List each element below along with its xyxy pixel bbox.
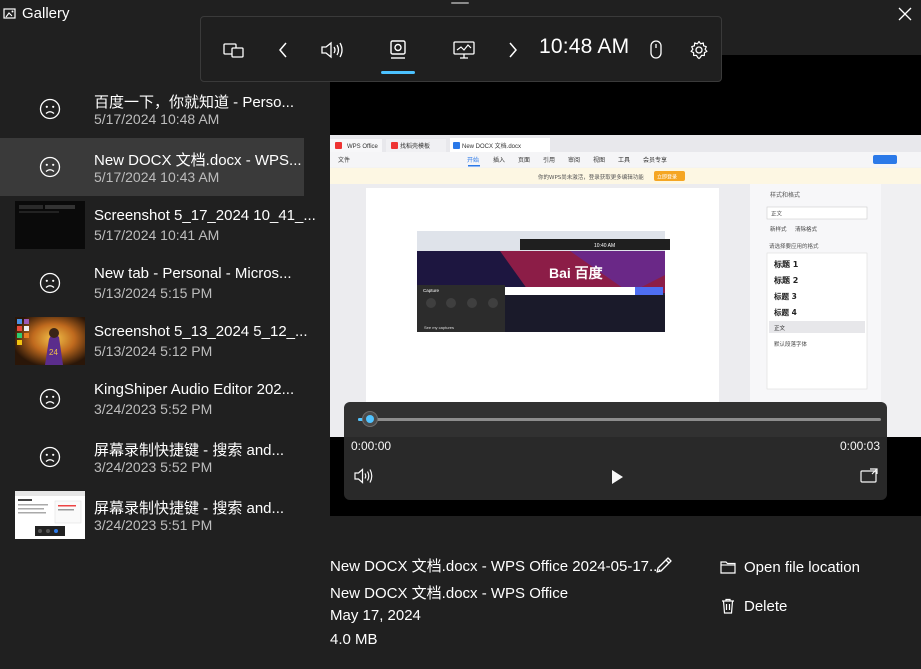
clock-time: 10:48 AM: [539, 35, 630, 58]
delete-label: Delete: [744, 597, 788, 615]
item-name: 百度一下，你就知道 - Perso...: [94, 94, 295, 111]
list-item[interactable]: New DOCX 文档.docx - WPS... 5/17/2024 10:43…: [0, 138, 304, 196]
sad-face-icon: [39, 446, 61, 468]
capture-title: New DOCX 文档.docx - WPS Office 2024-05-17…: [330, 558, 662, 575]
doc-inner-see-captures: See my captures: [424, 325, 454, 330]
doc-pane-title: 样式和格式: [770, 191, 800, 199]
list-item[interactable]: 屏幕录制快捷键 - 搜索 and... 3/24/2023 5:52 PM: [0, 428, 304, 486]
wps-document-thumbnail: WPS Office 找稻壳模板 New DOCX 文档.docx 文件 开始 …: [330, 135, 921, 437]
window-title: Gallery: [22, 5, 70, 22]
chevron-left-icon[interactable]: [271, 17, 295, 83]
delete-button[interactable]: Delete: [720, 595, 787, 617]
svg-text:引用: 引用: [543, 156, 555, 164]
item-date: 3/24/2023 5:52 PM: [94, 401, 213, 417]
doc-tab-wps: WPS Office: [347, 144, 379, 150]
capture-size: 4.0 MB: [330, 631, 378, 648]
svg-text:工具: 工具: [618, 157, 630, 164]
svg-text:标题 4: 标题 4: [773, 307, 797, 317]
item-name: New tab - Personal - Micros...: [94, 265, 292, 282]
audio-icon[interactable]: [315, 17, 349, 83]
doc-notice-button: 立即登录: [657, 174, 677, 181]
svg-text:插入: 插入: [493, 156, 505, 164]
sad-face-icon: [39, 272, 61, 294]
item-date: 5/17/2024 10:41 AM: [94, 227, 220, 243]
active-widget-indicator: [381, 71, 415, 74]
list-item[interactable]: 百度一下，你就知道 - Perso... 5/17/2024 10:48 AM: [0, 80, 304, 138]
doc-pane-hint: 请选择要应用的格式: [769, 242, 819, 250]
seek-track[interactable]: [358, 418, 881, 421]
thumbnail-image: [15, 201, 85, 249]
svg-text:标题 3: 标题 3: [773, 291, 797, 301]
doc-pane-clear: 清除格式: [795, 225, 818, 233]
performance-icon[interactable]: [447, 17, 481, 83]
thumbnail-image: 24: [15, 317, 85, 365]
svg-text:开始: 开始: [467, 156, 479, 164]
svg-text:会员专享: 会员专享: [643, 156, 667, 164]
gallery-icon: [3, 8, 16, 19]
trash-icon: [722, 598, 734, 614]
open-file-location-label: Open file location: [744, 558, 860, 576]
drag-handle[interactable]: [451, 2, 469, 4]
item-date: 3/24/2023 5:52 PM: [94, 459, 213, 475]
play-icon[interactable]: [610, 469, 624, 490]
sad-face-icon: [39, 156, 61, 178]
duration: 0:00:03: [839, 439, 880, 453]
list-item[interactable]: 24 Screenshot 5_13_2024 5_12_... 5/13/2024…: [0, 312, 308, 370]
list-item[interactable]: New tab - Personal - Micros... 5/13/2024 …: [0, 254, 304, 312]
gallery-list: 百度一下，你就知道 - Perso... 5/17/2024 10:48 AM Ne…: [0, 80, 316, 550]
widget-menu-icon[interactable]: [217, 17, 251, 83]
list-item[interactable]: 屏幕录制快捷键 - 搜索 and... 3/24/2023 5:51 PM: [0, 486, 304, 544]
svg-text:页面: 页面: [518, 157, 530, 164]
capture-date: May 17, 2024: [330, 607, 421, 624]
svg-text:审阅: 审阅: [568, 156, 580, 164]
svg-text:标题 2: 标题 2: [773, 275, 798, 285]
doc-pane-new: 新样式: [770, 225, 787, 233]
fullscreen-icon[interactable]: [860, 468, 878, 489]
current-time: 0:00:00: [351, 439, 392, 453]
game-bar: 10:48 AM: [200, 16, 722, 82]
folder-icon: [720, 561, 736, 574]
doc-pane-current: 正文: [771, 210, 783, 218]
close-icon[interactable]: [895, 4, 915, 24]
doc-inner-time: 10:40 AM: [594, 243, 615, 249]
item-date: 5/13/2024 5:12 PM: [94, 343, 213, 359]
thumbnail-image: [15, 491, 85, 539]
gear-icon[interactable]: [684, 17, 714, 83]
item-name: Screenshot 5_17_2024 10_41_...: [94, 207, 316, 224]
chevron-right-icon[interactable]: [501, 17, 525, 83]
open-file-location-button[interactable]: Open file location: [720, 556, 860, 578]
doc-inner-capture: Capture: [423, 288, 440, 293]
list-item[interactable]: KingShiper Audio Editor 202... 3/24/2023 …: [0, 370, 304, 428]
item-date: 5/17/2024 10:48 AM: [94, 111, 220, 127]
svg-text:视图: 视图: [593, 156, 605, 164]
item-name: Screenshot 5_13_2024 5_12_...: [94, 323, 308, 340]
item-date: 5/13/2024 5:15 PM: [94, 285, 213, 301]
svg-text:正文: 正文: [774, 324, 786, 332]
sad-face-icon: [39, 98, 61, 120]
doc-tab-docx: New DOCX 文档.docx: [462, 142, 521, 150]
media-player-controls: 0:00:00 0:00:03: [344, 402, 887, 500]
item-date: 3/24/2023 5:51 PM: [94, 517, 213, 533]
svg-text:默认段落字体: 默认段落字体: [774, 340, 808, 348]
list-item[interactable]: Screenshot 5_17_2024 10_41_... 5/17/2024 …: [0, 196, 316, 254]
item-name: 屏幕录制快捷键 - 搜索 and...: [94, 442, 285, 459]
screenshot-preview: WPS Office 找稻壳模板 New DOCX 文档.docx 文件 开始 …: [330, 135, 921, 437]
svg-text:24: 24: [49, 348, 58, 357]
svg-text:文件: 文件: [338, 156, 350, 164]
volume-icon[interactable]: [354, 468, 374, 489]
item-date: 5/17/2024 10:43 AM: [94, 169, 220, 185]
doc-notice: 你的WPS尚未激活，登录获取更多编辑功能: [538, 173, 644, 181]
mouse-icon[interactable]: [641, 17, 671, 83]
sad-face-icon: [39, 388, 61, 410]
capture-app: New DOCX 文档.docx - WPS Office: [330, 585, 569, 602]
edit-pencil-icon[interactable]: [654, 555, 674, 580]
svg-text:标题 1: 标题 1: [773, 259, 799, 269]
item-name: KingShiper Audio Editor 202...: [94, 381, 295, 398]
item-name: New DOCX 文档.docx - WPS...: [94, 152, 302, 169]
item-name: 屏幕录制快捷键 - 搜索 and...: [94, 500, 285, 517]
doc-tab-templates: 找稻壳模板: [400, 142, 430, 150]
doc-baidu-logo: Bai 百度: [549, 265, 604, 281]
seek-thumb[interactable]: [362, 411, 379, 427]
